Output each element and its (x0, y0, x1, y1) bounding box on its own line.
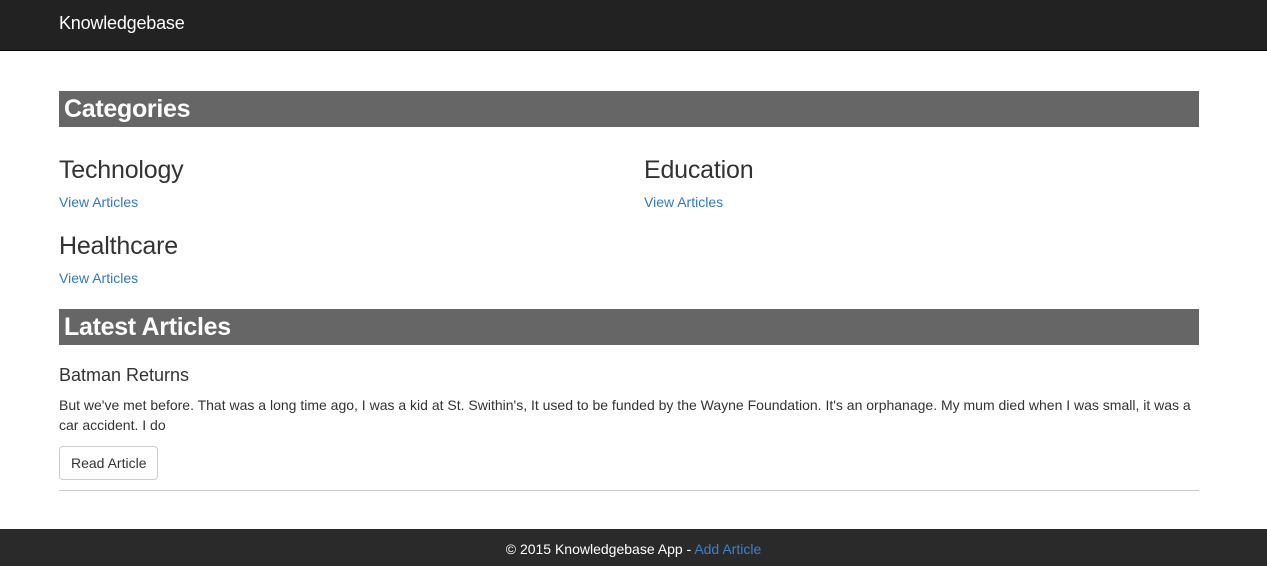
category-title: Education (644, 156, 754, 184)
add-article-link[interactable]: Add Article (694, 541, 761, 557)
article-excerpt: But we've met before. That was a long ti… (59, 397, 1191, 433)
latest-articles-heading: Latest Articles (59, 309, 1199, 345)
category-technology: Technology View Articles (59, 155, 619, 212)
view-articles-link[interactable]: View Articles (644, 194, 723, 210)
footer-text: © 2015 Knowledgebase App - (505, 541, 695, 557)
category-grid: Technology View Articles Education View … (59, 127, 1199, 309)
main-container: Categories Technology View Articles Educ… (59, 91, 1199, 491)
category-healthcare: Healthcare View Articles (59, 231, 619, 288)
view-articles-link[interactable]: View Articles (59, 270, 138, 286)
categories-heading: Categories (59, 91, 1199, 127)
read-article-button[interactable]: Read Article (59, 446, 159, 480)
category-title: Technology (59, 156, 184, 184)
footer: © 2015 Knowledgebase App - Add Article (0, 529, 1267, 566)
article-divider (59, 490, 1199, 491)
article-title: Batman Returns (59, 365, 190, 385)
article-item: Batman Returns But we've met before. Tha… (59, 345, 1199, 491)
navbar: Knowledgebase (0, 0, 1267, 51)
brand-link[interactable]: Knowledgebase (59, 13, 185, 34)
view-articles-link[interactable]: View Articles (59, 194, 138, 210)
category-education: Education View Articles (644, 155, 1204, 212)
category-title: Healthcare (59, 232, 178, 260)
